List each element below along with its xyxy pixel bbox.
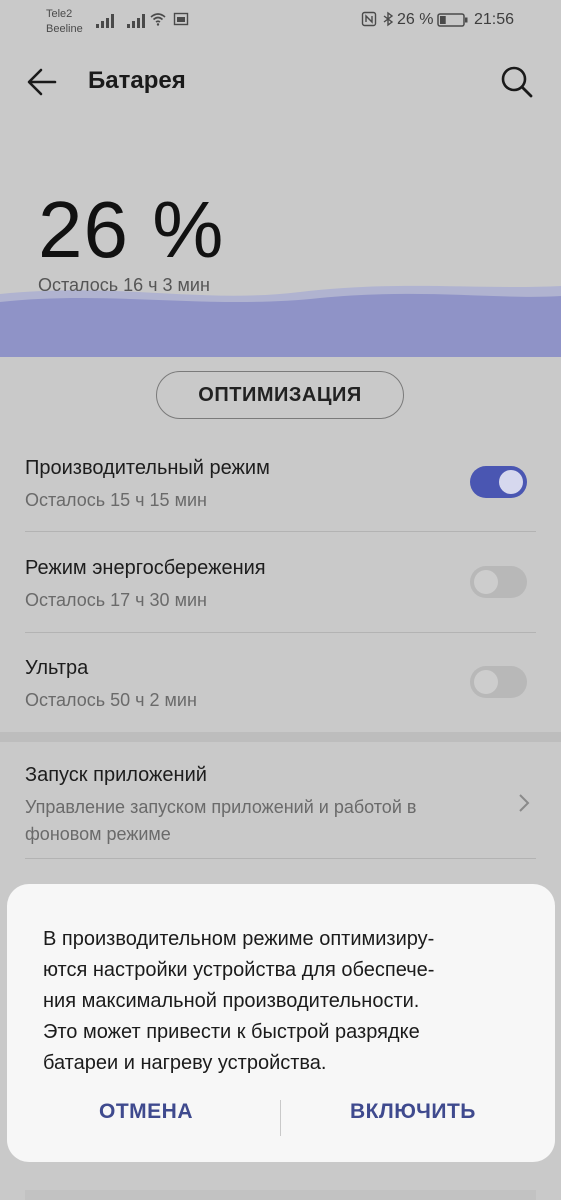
signal-icon <box>96 12 114 28</box>
app-launch-subtitle: Управление запуском приложений и работой… <box>25 797 417 844</box>
divider <box>25 858 536 859</box>
toggle-knob <box>474 670 498 694</box>
battery-icon <box>437 13 468 27</box>
app-launch-row[interactable]: Запуск приложений Управление запуском пр… <box>0 742 561 858</box>
sim-icon <box>173 12 189 26</box>
page-title: Батарея <box>88 67 186 94</box>
optimize-button[interactable]: ОПТИМИЗАЦИЯ <box>156 371 404 419</box>
toggle-knob <box>474 570 498 594</box>
performance-mode-dialog: В производительном режиме оптимизиру- ют… <box>7 884 555 1162</box>
app-launch-title: Запуск приложений <box>25 764 207 786</box>
status-bar: Tele2 Beeline 26 % 21:56 <box>0 0 561 44</box>
mode-subtitle: Осталось 15 ч 15 мин <box>25 490 207 510</box>
status-time: 21:56 <box>474 11 515 28</box>
bluetooth-icon <box>383 11 394 27</box>
battery-percent: 26 % <box>38 185 225 274</box>
arrow-left-icon[interactable] <box>22 62 62 102</box>
app-bar: Батарея <box>0 44 561 120</box>
section-divider <box>0 732 561 742</box>
battery-remaining: Осталось 16 ч 3 мин <box>38 275 210 295</box>
carrier-1: Tele2 <box>46 8 73 20</box>
toggle-knob <box>499 470 523 494</box>
status-battery-percent: 26 % <box>397 11 434 28</box>
mode-row-performance[interactable]: Производительный режим Осталось 15 ч 15 … <box>0 440 561 532</box>
background-item <box>25 1190 536 1200</box>
mode-title: Производительный режим <box>25 457 270 479</box>
power-saving-toggle[interactable] <box>470 566 527 598</box>
mode-title: Режим энергосбережения <box>25 557 266 579</box>
signal-icon <box>127 12 145 28</box>
dialog-message: В производительном режиме оптимизиру- ют… <box>43 928 435 1074</box>
mode-subtitle: Осталось 17 ч 30 мин <box>25 590 207 610</box>
cancel-button[interactable]: ОТМЕНА <box>99 1100 193 1124</box>
battery-summary: 26 % Осталось 16 ч 3 мин <box>0 120 561 357</box>
nfc-icon <box>361 11 377 27</box>
ultra-toggle[interactable] <box>470 666 527 698</box>
wifi-icon <box>150 13 166 26</box>
divider <box>25 531 536 532</box>
search-icon[interactable] <box>496 62 536 102</box>
chevron-right-icon <box>519 794 530 812</box>
mode-subtitle: Осталось 50 ч 2 мин <box>25 690 197 710</box>
divider <box>25 632 536 633</box>
mode-title: Ультра <box>25 657 89 679</box>
carrier-2: Beeline <box>46 23 83 35</box>
mode-row-power-saving[interactable]: Режим энергосбережения Осталось 17 ч 30 … <box>0 541 561 633</box>
enable-button[interactable]: ВКЛЮЧИТЬ <box>350 1100 476 1124</box>
performance-toggle[interactable] <box>470 466 527 498</box>
dialog-button-separator <box>280 1100 281 1136</box>
mode-row-ultra[interactable]: Ультра Осталось 50 ч 2 мин <box>0 641 561 731</box>
